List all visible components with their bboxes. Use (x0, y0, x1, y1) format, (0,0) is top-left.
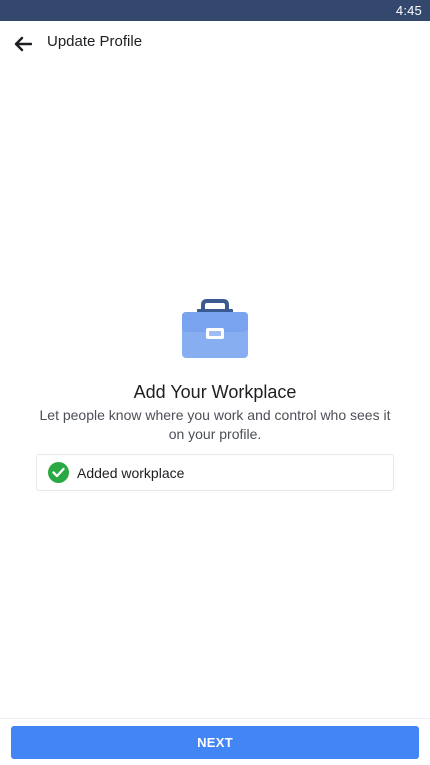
headline: Add Your Workplace (133, 382, 297, 402)
check-circle-icon (48, 462, 69, 483)
status-time: 4:45 (395, 3, 422, 18)
back-arrow-icon (14, 36, 32, 52)
status-bar: 4:45 (0, 0, 430, 21)
next-button[interactable]: NEXT (11, 726, 419, 759)
added-workplace-item: Added workplace (36, 454, 394, 491)
app-bar: Update Profile (0, 21, 430, 63)
briefcase-icon (182, 299, 248, 358)
status-label: Added workplace (77, 464, 185, 481)
footer-divider (0, 718, 430, 719)
page-title: Update Profile (47, 33, 143, 50)
back-button[interactable] (10, 31, 36, 57)
description: Let people know where you work and contr… (39, 407, 391, 442)
